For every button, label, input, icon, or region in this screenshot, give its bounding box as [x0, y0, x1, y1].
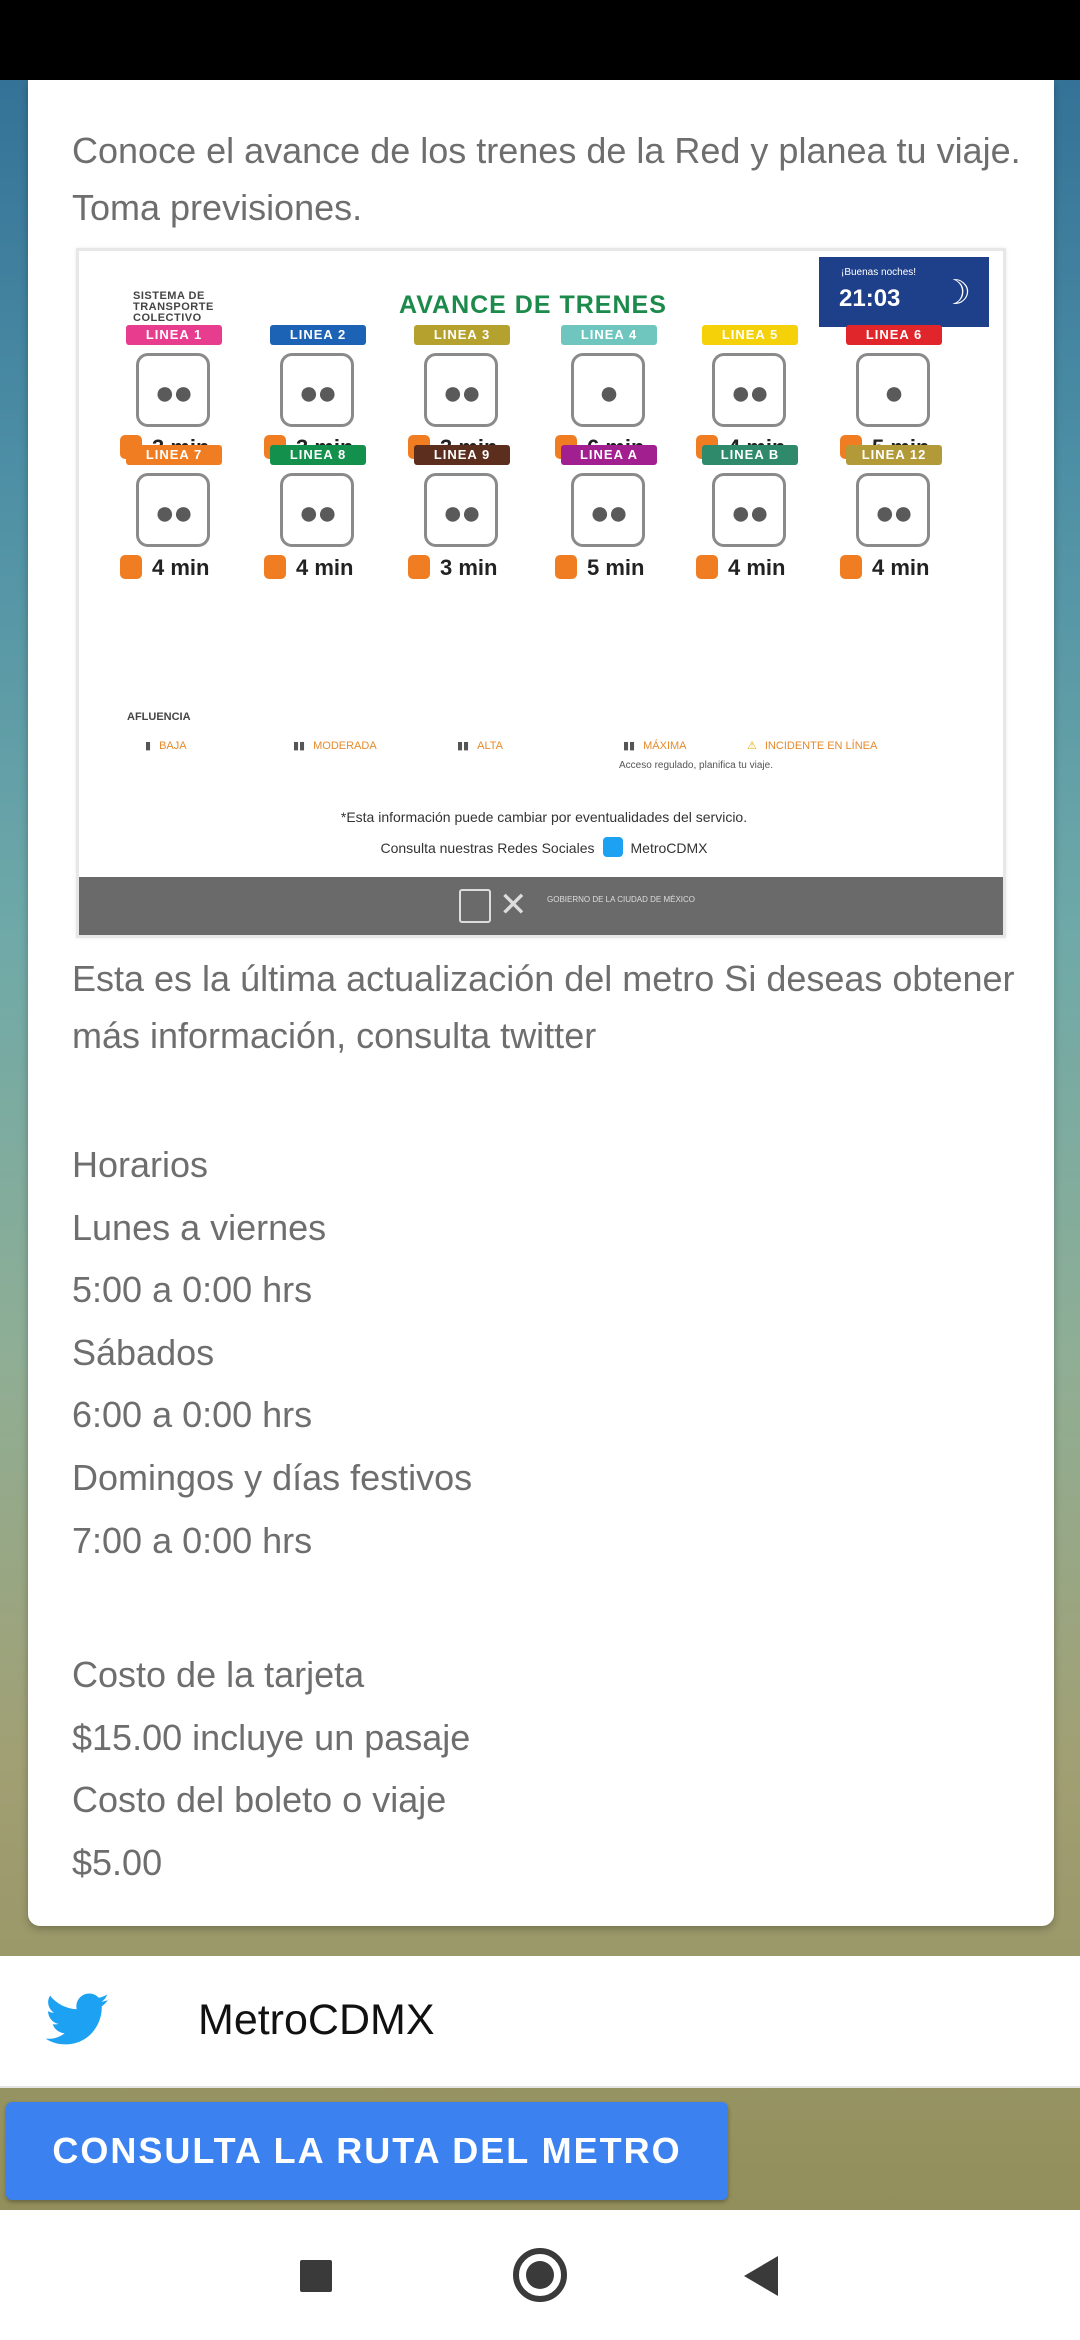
twitter-bird-icon — [46, 1993, 109, 2045]
line-label: LINEA 7 — [126, 445, 222, 465]
stc-label: SISTEMA DE TRANSPORTE COLECTIVO — [133, 290, 214, 324]
line-label: LINEA 9 — [414, 445, 510, 465]
legend-moderate: ▮▮ MODERADA — [293, 740, 377, 752]
occupancy-icon: ●● — [424, 353, 498, 427]
line-label: LINEA 4 — [561, 325, 657, 345]
occupancy-icon: ●● — [571, 473, 645, 547]
occupancy-icon: ● — [856, 353, 930, 427]
wait-time: 4 min — [264, 555, 404, 581]
line-label: LINEA 5 — [702, 325, 798, 345]
warning-icon: ⚠ — [747, 740, 757, 752]
occupancy-icon: ●● — [280, 473, 354, 547]
status-bar — [0, 0, 1080, 80]
saturday-label: Sábados — [72, 1331, 215, 1373]
wait-time: 3 min — [408, 555, 548, 581]
line-label: LINEA 3 — [414, 325, 510, 345]
metro-line-tile: LINEA 5●●4 min — [696, 325, 798, 460]
government-label: GOBIERNO DE LA CIUDAD DE MÉXICO — [547, 895, 696, 904]
sunday-hours: 7:00 a 0:00 hrs — [72, 1519, 313, 1561]
legend-high: ▮▮ ALTA — [457, 740, 503, 752]
weekdays-label: Lunes a viernes — [72, 1206, 327, 1248]
metro-route-button[interactable]: CONSULTA LA RUTA DEL METRO — [6, 2102, 728, 2200]
twitter-link[interactable]: MetroCDMX — [0, 1956, 1080, 2088]
moon-icon: ☽ — [940, 274, 971, 312]
occupancy-icon: ● — [571, 353, 645, 427]
schedule-section: Horarios Lunes a viernes 5:00 a 0:00 hrs… — [72, 1134, 1022, 1895]
line-label: LINEA 1 — [126, 325, 222, 345]
line-label: LINEA 8 — [270, 445, 366, 465]
occupancy-icon: ●● — [712, 353, 786, 427]
metro-line-tile: LINEA B ●● 4 min — [696, 445, 798, 580]
metro-line-tile: LINEA 3●●3 min — [408, 325, 510, 460]
people-icon: ▮▮ — [293, 740, 306, 752]
train-icon — [408, 555, 430, 579]
government-footer: ✕ GOBIERNO DE LA CIUDAD DE MÉXICO — [79, 877, 1003, 935]
disclaimer: *Esta información puede cambiar por even… — [340, 809, 748, 825]
train-icon — [696, 555, 718, 579]
greeting: ¡Buenas noches! — [841, 267, 917, 278]
back-icon[interactable] — [744, 2256, 778, 2296]
metro-line-tile: LINEA 8 ●● 4 min — [264, 445, 366, 580]
schedule-heading: Horarios — [72, 1144, 209, 1185]
line-label: LINEA 12 — [846, 445, 942, 465]
train-icon — [264, 555, 286, 579]
line-label: LINEA 2 — [270, 325, 366, 345]
ticket-cost-value: $5.00 — [72, 1841, 163, 1883]
metro-line-tile: LINEA 12 ●● 4 min — [840, 445, 942, 580]
occupancy-icon: ●● — [712, 473, 786, 547]
occupancy-icon: ●● — [136, 353, 210, 427]
metro-line-tile: LINEA 7 ●● 4 min — [120, 445, 222, 580]
legend-low: ▮ BAJA — [145, 740, 187, 752]
occupancy-icon: ●● — [280, 353, 354, 427]
twitter-icon — [602, 837, 623, 857]
occupancy-icon: ●● — [856, 473, 930, 547]
crest-icon — [459, 889, 491, 923]
legend-max: ▮▮ MÁXIMA — [623, 740, 687, 752]
metro-line-tile: LINEA 1●●3 min — [120, 325, 222, 460]
weekdays-hours: 5:00 a 0:00 hrs — [72, 1269, 313, 1311]
train-icon — [840, 555, 862, 579]
occupancy-icon: ●● — [136, 473, 210, 547]
content-card: Conoce el avance de los trenes de la Red… — [28, 80, 1054, 1926]
line-label: LINEA A — [561, 445, 657, 465]
twitter-handle: MetroCDMX — [198, 1996, 435, 2044]
navigation-bar — [0, 2210, 1080, 2340]
ticket-cost-label: Costo del boleto o viaje — [72, 1779, 447, 1821]
wait-time: 5 min — [555, 555, 695, 581]
legend-incident: ⚠ INCIDENTE EN LÍNEA — [747, 740, 878, 752]
update-text: Esta es la última actualización del metr… — [72, 958, 1015, 1056]
recents-icon[interactable] — [300, 2260, 332, 2292]
intro-text: Conoce el avance de los trenes de la Red… — [72, 130, 1021, 228]
image-title: AVANCE DE TRENES — [399, 291, 667, 319]
cdmx-logo-icon: ✕ — [499, 886, 528, 924]
wait-time: 4 min — [120, 555, 260, 581]
wait-time: 4 min — [840, 555, 980, 581]
social-line: Consulta nuestras Redes Sociales MetroCDM… — [79, 837, 1003, 857]
line-label: LINEA 6 — [846, 325, 942, 345]
train-icon — [120, 555, 142, 579]
home-icon[interactable] — [513, 2248, 567, 2302]
metro-line-tile: LINEA 6●5 min — [840, 325, 942, 460]
saturday-hours: 6:00 a 0:00 hrs — [72, 1394, 313, 1436]
wait-time: 4 min — [696, 555, 836, 581]
occupancy-icon: ●● — [424, 473, 498, 547]
card-cost-label: Costo de la tarjeta — [72, 1654, 365, 1696]
legend-title: AFLUENCIA — [127, 711, 191, 723]
metro-line-tile: LINEA A ●● 5 min — [555, 445, 657, 580]
clock-time: 21:03 — [839, 285, 901, 312]
card-cost-value: $15.00 incluye un pasaje — [72, 1716, 471, 1758]
people-icon: ▮▮ — [457, 740, 470, 752]
metro-line-tile: LINEA 2●●3 min — [264, 325, 366, 460]
clock-panel: ¡Buenas noches! 21:03 ☽ — [819, 257, 989, 327]
sunday-label: Domingos y días festivos — [72, 1456, 473, 1498]
train-progress-image: SISTEMA DE TRANSPORTE COLECTIVO AVANCE D… — [76, 248, 1006, 938]
train-icon — [555, 555, 577, 579]
legend-note: Acceso regulado, planifica tu viaje. — [619, 760, 773, 771]
line-label: LINEA B — [702, 445, 798, 465]
metro-line-tile: LINEA 4●6 min — [555, 325, 657, 460]
metro-line-tile: LINEA 9 ●● 3 min — [408, 445, 510, 580]
person-icon: ▮ — [145, 740, 152, 752]
crowd-icon: ▮▮ — [623, 740, 636, 752]
